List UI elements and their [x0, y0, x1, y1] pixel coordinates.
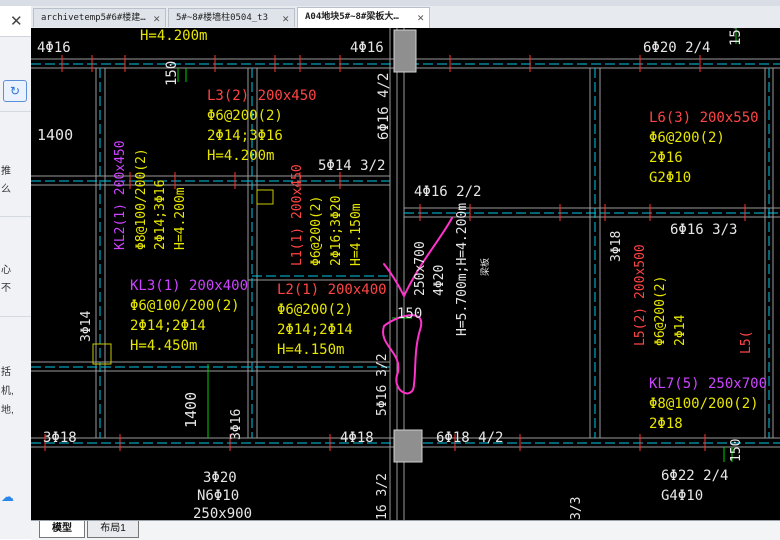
cad-label: 2Φ14;2Φ14: [277, 322, 353, 338]
cad-label: 2Φ16;3Φ20: [329, 196, 344, 266]
cad-label: 1400: [37, 126, 73, 144]
cad-label: H=4.200m: [173, 187, 188, 250]
drawing-tab-bar: archivetemp5#6#楼建… ✕ 5#~8#楼墙柱0504_t3 ✕ A…: [31, 6, 780, 29]
cad-label: 3Φ18: [43, 430, 77, 446]
cad-label: G2Φ10: [649, 170, 691, 186]
cad-label: 4Φ16: [37, 40, 71, 56]
cad-label: KL7(5) 250x700: [649, 376, 767, 392]
cad-drawing: 4Φ16 H=4.200m 4Φ16 6Φ20 2/4 150 150 L3(2…: [31, 28, 780, 520]
panel-divider: [0, 111, 31, 112]
panel-divider: [0, 216, 31, 217]
cad-label: 2Φ14: [673, 315, 688, 346]
cad-label: 2Φ14;3Φ16: [153, 180, 168, 250]
tab-drawing-3[interactable]: A04地块5#~8#梁板大… ✕: [297, 7, 430, 28]
cad-label: 250x700: [413, 241, 428, 296]
cad-label: H=4.150m: [349, 203, 364, 266]
cad-label: 3Φ16: [229, 409, 244, 440]
cad-drawing-canvas[interactable]: 4Φ16 H=4.200m 4Φ16 6Φ20 2/4 150 150 L3(2…: [31, 28, 780, 520]
cad-label: L5(: [739, 331, 754, 354]
cad-label: 16 3/2: [375, 473, 390, 520]
panel-snippet: 心: [1, 265, 11, 276]
cad-label: Φ8@100/200(2): [649, 396, 759, 412]
cad-label: Φ8@100/200(2): [134, 148, 149, 250]
cad-label: L6(3) 200x550: [649, 110, 759, 126]
cad-label: H=4.200m: [207, 148, 274, 164]
cad-label: 5Φ16 3/2: [375, 353, 390, 416]
cad-label: L2(1) 200x400: [277, 282, 387, 298]
close-icon[interactable]: ✕: [10, 12, 23, 30]
cad-label: 6Φ18 4/2: [436, 430, 503, 446]
cad-label: 4Φ20: [432, 265, 447, 296]
cad-label: 3/3: [569, 497, 584, 520]
cad-label: H=4.450m: [130, 338, 197, 354]
refresh-icon[interactable]: ↻: [3, 80, 27, 102]
tab-model[interactable]: 模型: [39, 521, 85, 538]
cad-label: Φ6@200(2): [309, 196, 324, 266]
cad-label: Φ6@200(2): [653, 276, 668, 346]
cad-label: 1400: [182, 392, 200, 428]
cad-label: 2Φ14;3Φ16: [207, 128, 283, 144]
cad-label: KL2(1) 200x450: [113, 140, 128, 250]
cad-label: KL3(1) 200x400: [130, 278, 248, 294]
cad-label: G4Φ10: [661, 488, 703, 504]
tab-label: 5#~8#楼墙柱0504_t3: [176, 13, 269, 23]
cad-label: 6Φ16 4/2: [376, 73, 392, 140]
tab-label: A04地块5#~8#梁板大…: [305, 12, 399, 22]
cad-label: 2Φ18: [649, 416, 683, 432]
cad-label: 6Φ22 2/4: [661, 468, 728, 484]
cad-label: Φ6@200(2): [207, 108, 283, 124]
cad-label: 6Φ16 3/3: [670, 222, 737, 238]
cad-label: Φ6@200(2): [649, 130, 725, 146]
tab-drawing-1[interactable]: archivetemp5#6#楼建… ✕: [33, 8, 166, 27]
cad-label: H=4.200m: [140, 28, 207, 44]
cad-label: 4Φ18: [340, 430, 374, 446]
cad-label: 150: [397, 306, 422, 322]
cad-label: 2Φ14;2Φ14: [130, 318, 206, 334]
cad-label: 2Φ16: [649, 150, 683, 166]
panel-snippet: 推: [1, 166, 11, 177]
cad-label: N6Φ10: [197, 488, 239, 504]
close-icon[interactable]: ✕: [417, 8, 424, 27]
cad-label: 3Φ20: [203, 470, 237, 486]
cad-label: 6Φ20 2/4: [643, 40, 710, 56]
panel-divider: [0, 316, 31, 317]
cad-label: 150: [728, 28, 744, 46]
cad-label: 4Φ16: [350, 40, 384, 56]
tab-layout1[interactable]: 布局1: [87, 521, 139, 538]
cad-label: H=4.150m: [277, 342, 344, 358]
layout-tab-bar: 模型 布局1: [31, 520, 780, 540]
cad-label: 150: [729, 439, 744, 462]
tab-label: archivetemp5#6#楼建…: [41, 13, 146, 23]
cad-label: Φ6@100/200(2): [130, 298, 240, 314]
cad-label: 5Φ14 3/2: [318, 158, 385, 174]
cad-label: 3Φ18: [609, 231, 624, 262]
panel-snippet: 括: [1, 367, 11, 378]
close-icon[interactable]: ✕: [153, 9, 160, 27]
cad-label: 梁板: [479, 258, 491, 276]
cad-label: 250x900: [193, 506, 252, 520]
panel-snippet: 么: [1, 184, 11, 195]
cad-label: 3Φ14: [79, 311, 94, 342]
cad-label: 150: [164, 61, 180, 86]
cad-label: Φ6@200(2): [277, 302, 353, 318]
left-panel-header: ✕: [0, 6, 31, 37]
panel-snippet: 不: [1, 283, 11, 294]
tab-drawing-2[interactable]: 5#~8#楼墙柱0504_t3 ✕: [168, 8, 295, 27]
cad-label: 4Φ16 2/2: [414, 184, 481, 200]
chat-icon[interactable]: ☁: [1, 489, 14, 505]
cad-label: L5(2) 200x500: [633, 244, 648, 346]
cad-label: L1(1) 200x450: [290, 164, 305, 266]
panel-snippet: 机,: [1, 386, 14, 397]
left-side-panel: ✕ ↻ 推 么 心 不 括 机, 地, ☁: [0, 6, 32, 539]
cad-label: H=5.700m;H=4.200m: [455, 203, 470, 336]
cad-label: L3(2) 200x450: [207, 88, 317, 104]
close-icon[interactable]: ✕: [282, 9, 289, 27]
panel-snippet: 地,: [1, 405, 14, 416]
